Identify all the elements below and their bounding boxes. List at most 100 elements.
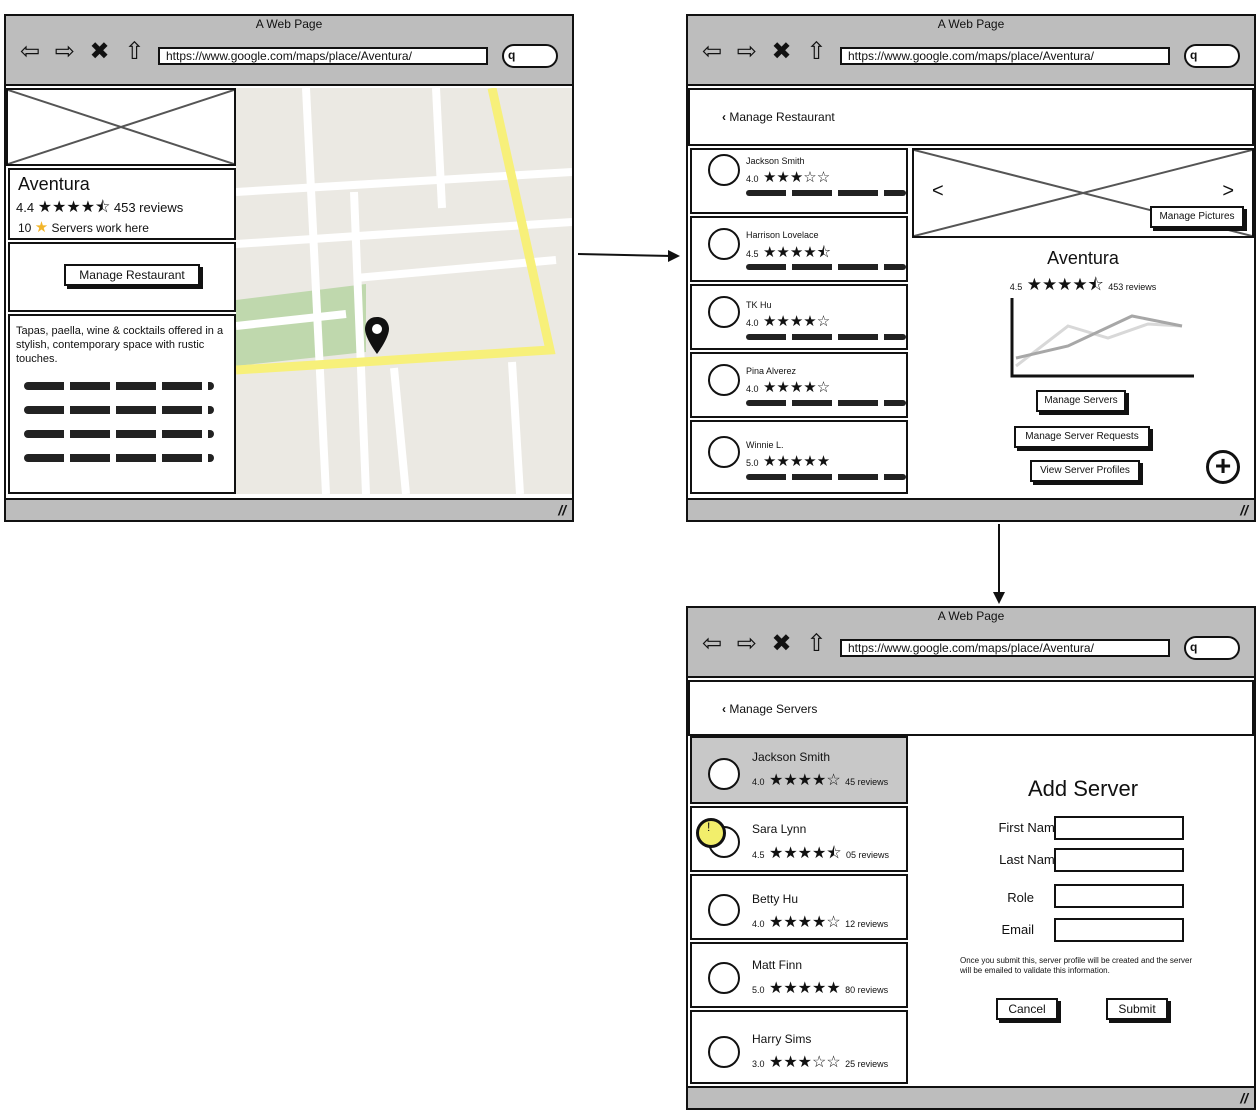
email-label: Email <box>1001 922 1034 937</box>
manage-pictures-button[interactable]: Manage Pictures <box>1150 206 1244 228</box>
list-item[interactable]: Winnie L. 5.0 ★★★★★ <box>690 420 908 494</box>
chevron-right-icon[interactable]: > <box>1222 180 1234 203</box>
rating-value: 4.5 <box>746 249 759 259</box>
rating-stars-icon: ★★★★☆ <box>762 313 831 330</box>
resize-grip-icon[interactable]: // <box>1240 1090 1248 1106</box>
back-link[interactable]: ‹ Manage Servers <box>722 702 817 716</box>
server-name: Pina Alverez <box>746 366 797 376</box>
map[interactable] <box>236 88 572 494</box>
list-item[interactable]: Harrison Lovelace 4.5 ★★★★⯪ <box>690 216 908 282</box>
rating-stars-icon: ★★★☆☆ <box>762 169 831 186</box>
review-count: 12 reviews <box>845 919 889 929</box>
chevron-left-icon: ‹ <box>722 110 726 124</box>
trend-chart-icon <box>1010 298 1194 378</box>
search-icon[interactable]: q <box>502 44 558 68</box>
list-item[interactable]: Harry Sims 3.0 ★★★☆☆ 25 reviews <box>690 1010 908 1084</box>
view-server-profiles-button[interactable]: View Server Profiles <box>1030 460 1140 482</box>
rating-value: 4.5 <box>1009 282 1023 292</box>
last-name-label: Last Name <box>999 852 1062 867</box>
placeholder-text <box>746 190 906 196</box>
review-count: 453 reviews <box>1108 282 1157 292</box>
rating-stars-icon: ★★★★⯪ <box>1026 275 1104 294</box>
add-icon[interactable]: + <box>1206 450 1240 484</box>
list-item[interactable]: Pina Alverez 4.0 ★★★★☆ <box>690 352 908 418</box>
rating-row: 4.0 ★★★★☆ 12 reviews <box>752 912 888 932</box>
server-name: Harry Sims <box>752 1032 812 1046</box>
avatar <box>708 1036 740 1068</box>
resize-grip-icon[interactable]: // <box>1240 502 1248 518</box>
rating-stars-icon: ★★★★★ <box>762 453 831 470</box>
placeholder-text <box>746 334 906 340</box>
server-name: Jackson Smith <box>752 750 831 764</box>
list-item[interactable]: TK Hu 4.0 ★★★★☆ <box>690 284 908 350</box>
placeholder-text <box>746 400 906 406</box>
placeholder-text <box>746 264 906 270</box>
server-name: Sara Lynn <box>752 822 807 836</box>
role-field[interactable] <box>1054 884 1184 908</box>
avatar <box>708 758 740 790</box>
manage-servers-button[interactable]: Manage Servers <box>1036 390 1126 412</box>
review-count: 45 reviews <box>845 777 889 787</box>
address-bar[interactable]: https://www.google.com/maps/place/Aventu… <box>840 47 1170 65</box>
rating-row: 3.0 ★★★☆☆ 25 reviews <box>752 1052 888 1072</box>
avatar <box>708 296 740 328</box>
avatar <box>708 154 740 186</box>
list-item[interactable]: Betty Hu 4.0 ★★★★☆ 12 reviews <box>690 874 908 940</box>
search-icon[interactable]: q <box>1184 44 1240 68</box>
review-count: 25 reviews <box>845 1059 889 1069</box>
restaurant-name: Aventura <box>18 174 90 194</box>
search-icon[interactable]: q <box>1184 636 1240 660</box>
window-title: A Web Page <box>937 609 1005 623</box>
placeholder-text <box>24 382 214 390</box>
nav-icons[interactable]: ⇦ ⇨ ✖ ⇧ <box>20 40 148 64</box>
alert-icon[interactable]: ! <box>696 818 726 848</box>
email-field[interactable] <box>1054 918 1184 942</box>
list-item[interactable]: Jackson Smith 4.0 ★★★☆☆ <box>690 148 908 214</box>
status-bar: // <box>688 1086 1254 1108</box>
manage-restaurant-button[interactable]: Manage Restaurant <box>64 264 200 286</box>
rating-value: 4.5 <box>752 850 765 860</box>
back-label: Manage Restaurant <box>729 110 835 124</box>
picture-carousel: < > Manage Pictures <box>912 148 1254 238</box>
review-count[interactable]: 453 reviews <box>114 200 183 215</box>
cancel-button[interactable]: Cancel <box>996 998 1058 1020</box>
restaurant-summary: Aventura 4.4 ★★★★⯪ 453 reviews 10 ★ Serv… <box>8 168 236 240</box>
list-item[interactable]: ! Sara Lynn 4.5 ★★★★⯪ 05 reviews <box>690 806 908 872</box>
first-name-label: First Name <box>998 820 1062 835</box>
back-label: Manage Servers <box>729 702 818 716</box>
status-bar: // <box>6 498 572 520</box>
nav-icons[interactable]: ⇦ ⇨ ✖ ⇧ <box>702 632 830 656</box>
last-name-field[interactable] <box>1054 848 1184 872</box>
back-link[interactable]: ‹ Manage Restaurant <box>722 110 835 124</box>
description-panel: Tapas, paella, wine & cocktails offered … <box>8 314 236 494</box>
submit-button[interactable]: Submit <box>1106 998 1168 1020</box>
servers-text: Servers work here <box>51 221 149 235</box>
rating-row: 4.0 ★★★★☆ 45 reviews <box>752 770 888 790</box>
map-pin-icon[interactable] <box>364 316 390 356</box>
rating-row: 5.0 ★★★★★ 80 reviews <box>752 978 888 998</box>
manage-server-requests-button[interactable]: Manage Server Requests <box>1014 426 1150 448</box>
resize-grip-icon[interactable]: // <box>558 502 566 518</box>
review-count: 80 reviews <box>845 985 889 995</box>
rating-value: 5.0 <box>752 985 765 995</box>
avatar <box>708 894 740 926</box>
rating-stars-icon: ★★★★⯪ <box>37 199 111 216</box>
list-item[interactable]: Matt Finn 5.0 ★★★★★ 80 reviews <box>690 942 908 1008</box>
address-bar[interactable]: https://www.google.com/maps/place/Aventu… <box>158 47 488 65</box>
rating-row: 5.0 ★★★★★ <box>746 452 830 471</box>
nav-icons[interactable]: ⇦ ⇨ ✖ ⇧ <box>702 40 830 64</box>
rating-value: 4.4 <box>16 200 35 215</box>
address-bar[interactable]: https://www.google.com/maps/place/Aventu… <box>840 639 1170 657</box>
restaurant-description: Tapas, paella, wine & cocktails offered … <box>16 325 224 365</box>
placeholder-text <box>24 406 214 414</box>
servers-count: 10 <box>18 221 32 235</box>
chevron-left-icon[interactable]: < <box>932 180 944 203</box>
map-roads <box>236 88 572 494</box>
first-name-field[interactable] <box>1054 816 1184 840</box>
restaurant-name: Aventura <box>1047 248 1119 268</box>
rating-stars-icon: ★★★☆☆ <box>768 1054 841 1071</box>
status-bar: // <box>688 498 1254 520</box>
role-label: Role <box>1007 890 1034 905</box>
list-item-selected[interactable]: Jackson Smith 4.0 ★★★★☆ 45 reviews <box>690 736 908 804</box>
rating-value: 4.0 <box>746 174 759 184</box>
